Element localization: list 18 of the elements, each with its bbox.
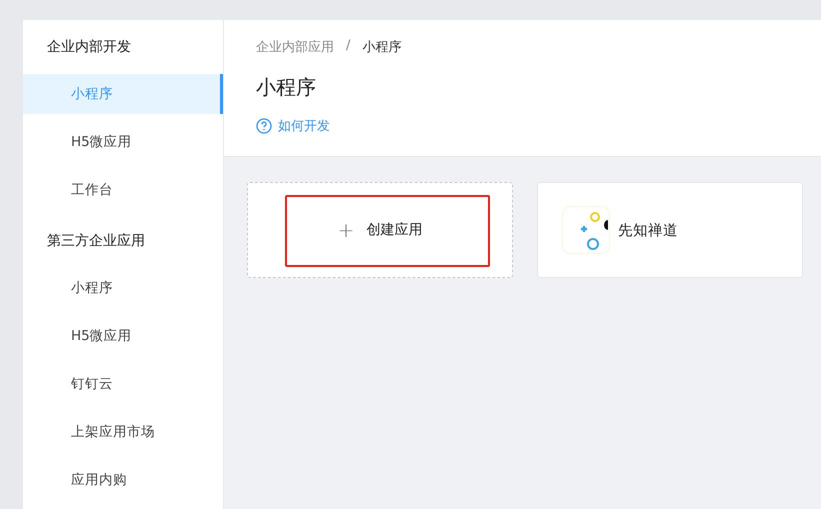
breadcrumb-item[interactable]: 企业内部应用: [256, 38, 334, 56]
sidebar-item[interactable]: H5微应用: [23, 118, 223, 166]
sidebar-item[interactable]: 上架应用市场: [23, 408, 223, 456]
sidebar-group-title: 企业内部开发: [46, 38, 132, 57]
app-name: 先知禅道: [618, 222, 678, 240]
sidebar-item[interactable]: 工作台: [23, 166, 223, 214]
breadcrumb-item: 小程序: [362, 39, 402, 56]
breadcrumb-separator: /: [346, 38, 350, 55]
sidebar-item[interactable]: H5微应用: [23, 312, 223, 360]
sidebar-group-title: 第三方企业应用: [46, 232, 146, 251]
sidebar-item[interactable]: 应用内购: [23, 456, 223, 504]
sidebar-item[interactable]: 钉钉云: [23, 360, 223, 408]
sidebar-item[interactable]: 小程序: [23, 264, 223, 312]
page-title: 小程序: [256, 74, 317, 101]
app-logo-icon: [562, 206, 610, 254]
app-card[interactable]: 先知禅道: [537, 182, 803, 278]
create-app-button[interactable]: + 创建应用: [332, 217, 428, 243]
help-icon: [256, 118, 272, 134]
